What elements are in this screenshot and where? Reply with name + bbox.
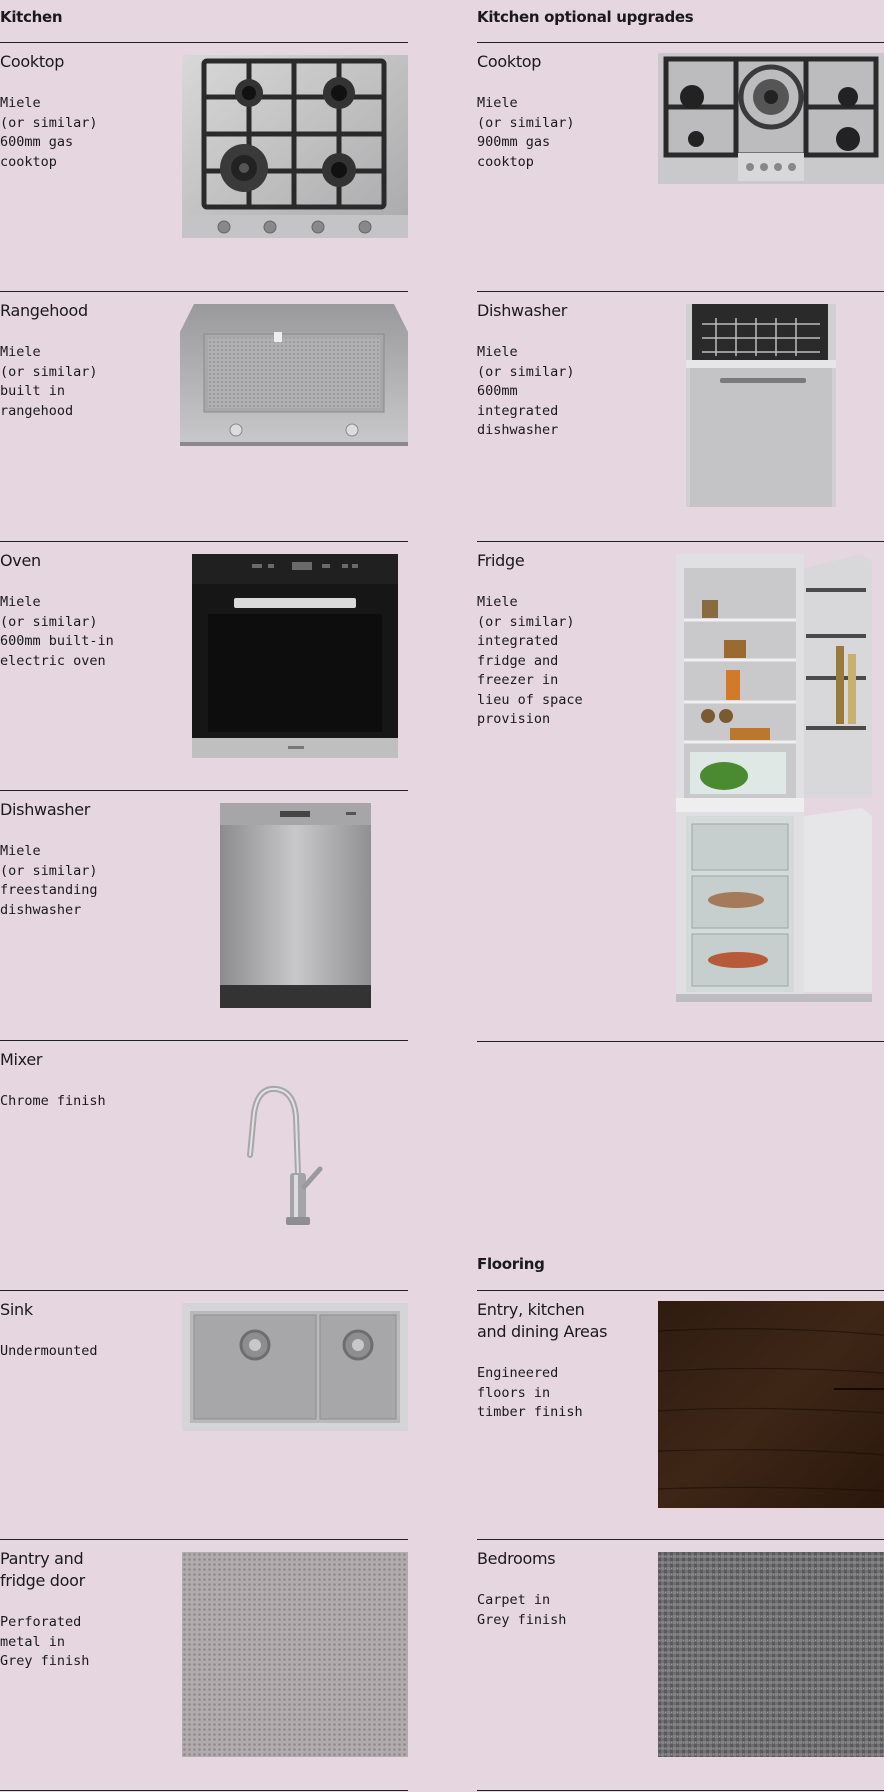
- kitchen-item-rangehood: Rangehood Miele (or similar) built in ra…: [0, 291, 408, 542]
- upgrade-item-dishwasher: Dishwasher Miele (or similar) 600mm inte…: [477, 291, 884, 542]
- kitchen-item-sink: Sink Undermounted: [0, 1290, 408, 1540]
- item-description: Miele (or similar) built in rangehood: [0, 344, 98, 419]
- item-description: Undermounted: [0, 1343, 98, 1359]
- kitchen-item-pantry: Pantry and fridge door Perforated metal …: [0, 1539, 408, 1791]
- item-name: Sink: [0, 1300, 33, 1319]
- sink-image: [182, 1303, 408, 1431]
- item-name: Cooktop: [477, 52, 542, 71]
- carpet-swatch: [658, 1552, 884, 1757]
- item-description: Carpet in Grey finish: [477, 1592, 567, 1628]
- timber-floor-swatch: [658, 1301, 884, 1508]
- mixer-tap-image: [240, 1083, 340, 1231]
- item-name: Dishwasher: [0, 800, 91, 819]
- item-description: Miele (or similar) 600mm built-in electr…: [0, 594, 114, 669]
- item-name: Rangehood: [0, 301, 88, 320]
- rangehood-image: [180, 304, 408, 446]
- item-name: Dishwasher: [477, 301, 568, 320]
- item-name: Cooktop: [0, 52, 65, 71]
- integrated-dishwasher-image: [686, 304, 836, 507]
- item-description: Miele (or similar) integrated fridge and…: [477, 594, 583, 727]
- item-name: Pantry and fridge door: [0, 1549, 85, 1590]
- item-name: Bedrooms: [477, 1549, 556, 1568]
- cooktop-600-image: [182, 55, 408, 238]
- freestanding-dishwasher-image: [220, 803, 371, 1008]
- upgrades-section-title: Kitchen optional upgrades: [477, 8, 694, 26]
- oven-image: [192, 554, 398, 758]
- item-description: Engineered floors in timber finish: [477, 1365, 583, 1420]
- flooring-section-title: Flooring: [477, 1255, 545, 1273]
- kitchen-section-title: Kitchen: [0, 8, 63, 26]
- item-name: Entry, kitchen and dining Areas: [477, 1300, 608, 1341]
- kitchen-item-cooktop: Cooktop Miele (or similar) 600mm gas coo…: [0, 42, 408, 293]
- flooring-item-entry: Entry, kitchen and dining Areas Engineer…: [477, 1290, 884, 1540]
- perforated-metal-swatch: [182, 1552, 408, 1757]
- kitchen-item-dishwasher: Dishwasher Miele (or similar) freestandi…: [0, 790, 408, 1041]
- upgrade-item-cooktop: Cooktop Miele (or similar) 900mm gas coo…: [477, 42, 884, 293]
- item-name: Mixer: [0, 1050, 43, 1069]
- item-description: Miele (or similar) freestanding dishwash…: [0, 843, 98, 918]
- item-description: Miele (or similar) 600mm gas cooktop: [0, 95, 98, 170]
- upgrade-item-fridge: Fridge Miele (or similar) integrated fri…: [477, 541, 884, 1042]
- cooktop-900-image: [658, 53, 884, 184]
- flooring-item-bedrooms: Bedrooms Carpet in Grey finish: [477, 1539, 884, 1791]
- item-description: Perforated metal in Grey finish: [0, 1614, 90, 1669]
- item-name: Fridge: [477, 551, 525, 570]
- fridge-freezer-image: [676, 554, 884, 1002]
- item-description: Chrome finish: [0, 1093, 106, 1109]
- kitchen-item-mixer: Mixer Chrome finish: [0, 1040, 408, 1291]
- item-description: Miele (or similar) 900mm gas cooktop: [477, 95, 575, 170]
- kitchen-item-oven: Oven Miele (or similar) 600mm built-in e…: [0, 541, 408, 792]
- item-name: Oven: [0, 551, 41, 570]
- item-description: Miele (or similar) 600mm integrated dish…: [477, 344, 575, 438]
